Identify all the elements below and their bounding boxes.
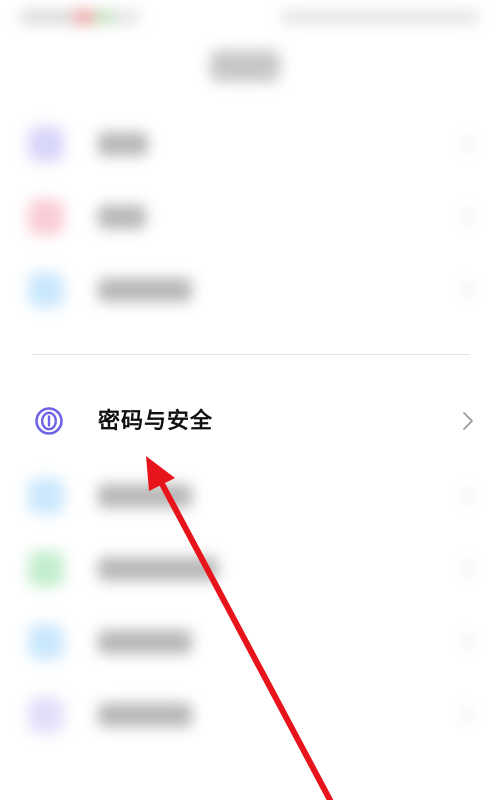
settings-item[interactable] bbox=[0, 606, 500, 678]
page-title bbox=[210, 50, 280, 82]
status-bar-left bbox=[20, 10, 140, 24]
chevron-right-icon bbox=[462, 136, 472, 152]
settings-item[interactable] bbox=[0, 460, 500, 532]
section-divider bbox=[32, 354, 470, 355]
settings-item-label bbox=[98, 557, 218, 581]
settings-item[interactable] bbox=[0, 181, 500, 253]
fingerprint-icon bbox=[35, 407, 63, 435]
settings-item[interactable] bbox=[0, 679, 500, 751]
settings-item-icon bbox=[28, 199, 64, 235]
settings-item-icon bbox=[28, 551, 64, 587]
chevron-right-icon bbox=[462, 209, 472, 225]
settings-item-label bbox=[98, 630, 192, 654]
chevron-right-icon bbox=[462, 561, 472, 577]
settings-screen: 密码与安全 bbox=[0, 0, 500, 800]
settings-item-label bbox=[98, 484, 192, 508]
settings-item-label bbox=[98, 132, 148, 156]
chevron-right-icon bbox=[462, 488, 472, 504]
settings-item-icon bbox=[28, 478, 64, 514]
chevron-right-icon bbox=[462, 707, 472, 723]
settings-item[interactable] bbox=[0, 108, 500, 180]
chevron-right-icon bbox=[462, 634, 472, 650]
settings-item[interactable] bbox=[0, 533, 500, 605]
status-bar bbox=[0, 0, 500, 40]
settings-item-label: 密码与安全 bbox=[98, 409, 214, 434]
status-bar-right bbox=[280, 10, 480, 24]
settings-item-password-security[interactable]: 密码与安全 bbox=[0, 388, 500, 456]
settings-item[interactable] bbox=[0, 254, 500, 326]
chevron-right-icon bbox=[463, 412, 473, 430]
settings-item-icon bbox=[28, 624, 64, 660]
settings-item-icon bbox=[28, 272, 64, 308]
settings-item-label bbox=[98, 703, 192, 727]
settings-item-icon bbox=[28, 697, 64, 733]
settings-item-label bbox=[98, 278, 192, 302]
settings-item-icon bbox=[28, 126, 64, 162]
settings-item-label bbox=[98, 205, 146, 229]
chevron-right-icon bbox=[462, 282, 472, 298]
